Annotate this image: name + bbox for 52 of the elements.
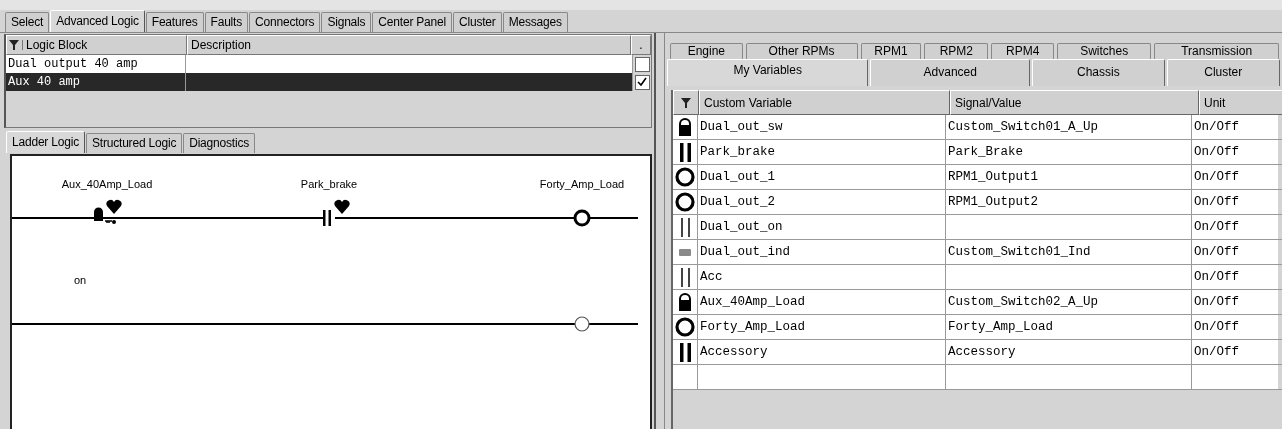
tab[interactable]: Advanced [870, 59, 1031, 86]
tab[interactable]: Engine [670, 43, 743, 59]
tab[interactable]: RPM1 [860, 43, 922, 59]
contact-icon [679, 267, 691, 287]
column-header[interactable]: Description [187, 35, 631, 55]
contact-icon [679, 217, 691, 237]
tab[interactable]: Connectors [249, 12, 321, 32]
coil-icon [675, 192, 695, 212]
tab[interactable]: Structured Logic [86, 133, 183, 153]
tab[interactable]: Ladder Logic [6, 131, 85, 153]
logic-block-row[interactable]: Dual output 40 amp [6, 55, 651, 73]
coil-icon[interactable] [573, 209, 591, 227]
tab[interactable]: Other RPMs [745, 43, 858, 59]
column-header[interactable]: Signal/Value [950, 90, 1199, 115]
tab[interactable]: Switches [1057, 43, 1152, 59]
coil-icon [675, 167, 695, 187]
filter-icon[interactable] [681, 97, 691, 108]
filter-icon[interactable] [9, 40, 23, 50]
column-header[interactable]: Custom Variable [699, 90, 950, 115]
indicator-icon [679, 248, 691, 256]
tab[interactable]: Faults [204, 12, 248, 32]
element-label: Aux_40Amp_Load [61, 178, 153, 190]
tab[interactable]: RPM4 [991, 43, 1055, 59]
coil-icon [675, 317, 695, 337]
column-header[interactable]: Unit [1199, 90, 1282, 115]
checkbox[interactable] [634, 56, 650, 72]
contact-icon [679, 142, 691, 162]
tab[interactable]: Features [145, 12, 204, 32]
coil-label: Forty_Amp_Load [539, 178, 625, 190]
rung-comment: on [74, 274, 87, 286]
tab[interactable]: Signals [321, 12, 372, 32]
tab[interactable]: RPM2 [924, 43, 989, 59]
tab[interactable]: My Variables [667, 59, 869, 86]
splitter-bar[interactable] [654, 33, 665, 429]
tab[interactable]: Transmission [1154, 43, 1279, 59]
column-header[interactable]: . [631, 35, 651, 55]
contact-icon[interactable] [323, 210, 335, 226]
logic-block-row[interactable]: Aux 40 amp [6, 73, 651, 91]
tab[interactable]: Cluster [1166, 59, 1280, 86]
coil-icon[interactable] [574, 316, 590, 332]
element-label: Park_brake [300, 178, 358, 190]
tab[interactable]: Chassis [1032, 59, 1165, 86]
tab[interactable]: Center Panel [372, 12, 452, 32]
tab[interactable]: Cluster [453, 12, 502, 32]
switch-icon [679, 118, 691, 136]
tab[interactable]: Select [5, 12, 50, 32]
tab[interactable]: Messages [502, 12, 568, 32]
switch-icon [679, 293, 691, 311]
contact-icon [679, 342, 691, 362]
checkbox[interactable] [634, 74, 650, 90]
tab[interactable]: Diagnostics [183, 133, 255, 153]
tab[interactable]: Advanced Logic [50, 10, 145, 32]
